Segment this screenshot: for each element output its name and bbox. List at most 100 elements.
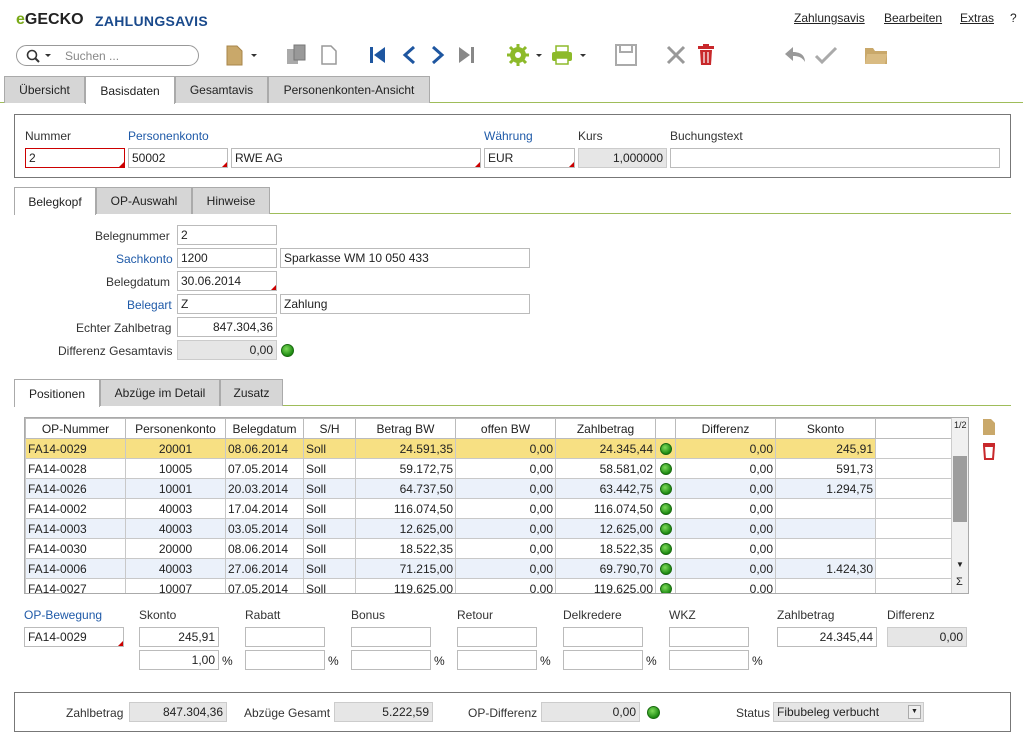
cell-zahlbetrag[interactable]: 58.581,02 [555, 458, 656, 479]
waehrung-field[interactable]: EUR [484, 148, 575, 168]
undo-icon[interactable] [782, 41, 810, 69]
cell-betrag-bw[interactable]: 119.625,00 [355, 578, 456, 593]
cell-empty[interactable] [875, 438, 952, 459]
belegdatum-field[interactable]: 30.06.2014 [177, 271, 277, 291]
delkredere-pct-field[interactable] [563, 650, 643, 670]
cell-skonto[interactable] [775, 518, 876, 539]
cell-differenz[interactable]: 0,00 [675, 438, 776, 459]
cell-personenkonto[interactable]: 20000 [125, 538, 226, 559]
col-betrag-bw[interactable]: Betrag BW [355, 418, 456, 439]
cell-empty[interactable] [875, 498, 952, 519]
col-status[interactable] [655, 418, 676, 439]
belegart-field[interactable]: Z [177, 294, 277, 314]
table-scrollbar[interactable]: 1/2 ▼ Σ [951, 418, 968, 593]
cell-belegdatum[interactable]: 17.04.2014 [225, 498, 304, 519]
tab-uebersicht[interactable]: Übersicht [4, 76, 85, 103]
bonus-field[interactable] [351, 627, 431, 647]
cell-zahlbetrag[interactable]: 12.625,00 [555, 518, 656, 539]
col-differenz[interactable]: Differenz [675, 418, 776, 439]
cell-skonto[interactable]: 1.294,75 [775, 478, 876, 499]
cell-status[interactable] [655, 498, 676, 519]
skonto-pct-field[interactable]: 1,00 [139, 650, 219, 670]
search-box[interactable]: Suchen ... [16, 45, 199, 66]
cell-belegdatum[interactable]: 07.05.2014 [225, 458, 304, 479]
scroll-down-arrow-icon[interactable]: ▼ [956, 560, 964, 569]
cell-sh[interactable]: Soll [303, 498, 356, 519]
cell-empty[interactable] [875, 558, 952, 579]
cell-personenkonto[interactable]: 10001 [125, 478, 226, 499]
first-record-icon[interactable] [366, 41, 388, 69]
menu-extras[interactable]: Extras [960, 11, 994, 25]
new-document-icon[interactable] [222, 41, 260, 69]
cell-belegdatum[interactable]: 20.03.2014 [225, 478, 304, 499]
cancel-icon[interactable] [664, 41, 688, 69]
col-offen-bw[interactable]: offen BW [455, 418, 556, 439]
rabatt-field[interactable] [245, 627, 325, 647]
delete-trash-icon[interactable] [694, 41, 718, 69]
cell-personenkonto[interactable]: 10005 [125, 458, 226, 479]
cell-status[interactable] [655, 458, 676, 479]
cell-op-nummer[interactable]: FA14-0026 [25, 478, 126, 499]
cell-zahlbetrag[interactable]: 69.790,70 [555, 558, 656, 579]
sachkonto-label[interactable]: Sachkonto [116, 252, 173, 266]
tab-zusatz[interactable]: Zusatz [220, 379, 283, 406]
tab-hinweise[interactable]: Hinweise [192, 187, 270, 214]
cell-differenz[interactable]: 0,00 [675, 458, 776, 479]
cell-op-nummer[interactable]: FA14-0003 [25, 518, 126, 539]
sum-icon[interactable]: Σ [956, 576, 963, 588]
cell-empty[interactable] [875, 458, 952, 479]
cell-zahlbetrag[interactable]: 119.625,00 [555, 578, 656, 593]
cell-status[interactable] [655, 578, 676, 593]
cell-offen-bw[interactable]: 0,00 [455, 538, 556, 559]
chevron-down-icon[interactable]: ▼ [908, 705, 921, 719]
tab-belegkopf[interactable]: Belegkopf [14, 187, 96, 215]
col-sh[interactable]: S/H [303, 418, 356, 439]
cell-sh[interactable]: Soll [303, 578, 356, 593]
table-row[interactable]: FA14-0006 40003 27.06.2014 Soll 71.215,00 0,0… [25, 558, 952, 579]
cell-empty[interactable] [875, 538, 952, 559]
bonus-pct-field[interactable] [351, 650, 431, 670]
rabatt-pct-field[interactable] [245, 650, 325, 670]
sachkonto-name-field[interactable]: Sparkasse WM 10 050 433 [280, 248, 530, 268]
cell-sh[interactable]: Soll [303, 518, 356, 539]
cell-betrag-bw[interactable]: 116.074,50 [355, 498, 456, 519]
table-row[interactable]: FA14-0027 10007 07.05.2014 Soll 119.625,00 0,… [25, 578, 952, 593]
cell-sh[interactable]: Soll [303, 478, 356, 499]
cell-op-nummer[interactable]: FA14-0002 [25, 498, 126, 519]
cell-status[interactable] [655, 438, 676, 459]
cell-offen-bw[interactable]: 0,00 [455, 478, 556, 499]
search-input[interactable]: Suchen ... [65, 49, 119, 63]
nummer-field[interactable]: 2 [25, 148, 125, 168]
cell-sh[interactable]: Soll [303, 438, 356, 459]
cell-sh[interactable]: Soll [303, 538, 356, 559]
cell-op-nummer[interactable]: FA14-0030 [25, 538, 126, 559]
scrollbar-thumb[interactable] [953, 456, 967, 522]
belegnummer-field[interactable]: 2 [177, 225, 277, 245]
op-bewegung-label[interactable]: OP-Bewegung [24, 608, 102, 622]
cell-differenz[interactable]: 0,00 [675, 538, 776, 559]
cell-sh[interactable]: Soll [303, 458, 356, 479]
table-row[interactable]: FA14-0030 20000 08.06.2014 Soll 18.522,35 0,0… [25, 538, 952, 559]
cell-skonto[interactable] [775, 538, 876, 559]
cell-skonto[interactable] [775, 578, 876, 593]
tab-positionen[interactable]: Positionen [14, 379, 100, 407]
cell-empty[interactable] [875, 578, 952, 593]
cell-belegdatum[interactable]: 08.06.2014 [225, 438, 304, 459]
cell-op-nummer[interactable]: FA14-0029 [25, 438, 126, 459]
cell-offen-bw[interactable]: 0,00 [455, 558, 556, 579]
belegart-label[interactable]: Belegart [127, 298, 172, 312]
wkz-field[interactable] [669, 627, 749, 647]
cell-belegdatum[interactable]: 03.05.2014 [225, 518, 304, 539]
cell-offen-bw[interactable]: 0,00 [455, 578, 556, 593]
cell-personenkonto[interactable]: 40003 [125, 518, 226, 539]
table-row[interactable]: FA14-0029 20001 08.06.2014 Soll 24.591,35 0,0… [25, 438, 952, 459]
cell-status[interactable] [655, 538, 676, 559]
table-row[interactable]: FA14-0002 40003 17.04.2014 Soll 116.074,50 0,… [25, 498, 952, 519]
status-select[interactable]: Fibubeleg verbucht ▼ [773, 702, 924, 722]
tab-abzuege-im-detail[interactable]: Abzüge im Detail [100, 379, 220, 406]
cell-offen-bw[interactable]: 0,00 [455, 458, 556, 479]
cell-status[interactable] [655, 518, 676, 539]
cell-personenkonto[interactable]: 10007 [125, 578, 226, 593]
op-bewegung-field[interactable]: FA14-0029 [24, 627, 124, 647]
cell-status[interactable] [655, 478, 676, 499]
